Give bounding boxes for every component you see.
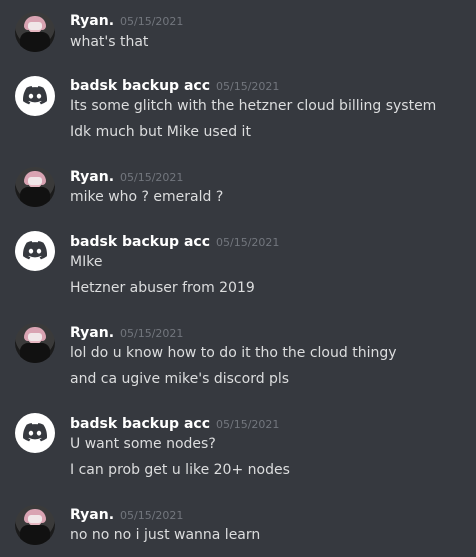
avatar-face: [28, 22, 42, 30]
discord-logo-icon: [23, 241, 47, 260]
avatar-body: [20, 32, 50, 52]
avatar-body: [20, 525, 50, 545]
username[interactable]: badsk backup acc: [70, 234, 210, 250]
discord-default-avatar[interactable]: [15, 413, 55, 453]
user-avatar[interactable]: [15, 167, 55, 207]
message-header: Ryan. 05/15/2021: [70, 504, 183, 523]
message-text: lol do u know how to do it tho the cloud…: [70, 345, 397, 361]
discord-default-avatar[interactable]: [15, 76, 55, 116]
username[interactable]: badsk backup acc: [70, 78, 210, 94]
user-avatar[interactable]: [15, 12, 55, 52]
message-header: badsk backup acc 05/15/2021: [70, 413, 279, 432]
timestamp: 05/15/2021: [120, 15, 184, 28]
timestamp: 05/15/2021: [216, 80, 280, 93]
message-text: and ca ugive mike's discord pls: [70, 371, 290, 387]
message-header: Ryan. 05/15/2021: [70, 10, 183, 29]
user-avatar[interactable]: [15, 323, 55, 363]
discord-logo-icon: [23, 423, 47, 442]
chat-message-list: Ryan. 05/15/2021 what's that badsk backup…: [0, 0, 476, 557]
message-text: U want some nodes?: [70, 436, 216, 452]
message-text: no no no i just wanna learn: [70, 527, 261, 543]
user-avatar[interactable]: [15, 505, 55, 545]
message-header: badsk backup acc 05/15/2021: [70, 75, 279, 94]
avatar-body: [20, 187, 50, 207]
message-text: MIke: [70, 254, 103, 270]
timestamp: 05/15/2021: [120, 171, 184, 184]
message-text: I can prob get u like 20+ nodes: [70, 462, 290, 478]
timestamp: 05/15/2021: [120, 327, 184, 340]
message-text: what's that: [70, 34, 149, 50]
username[interactable]: Ryan.: [70, 13, 114, 29]
username[interactable]: badsk backup acc: [70, 416, 210, 432]
discord-default-avatar[interactable]: [15, 231, 55, 271]
username[interactable]: Ryan.: [70, 169, 114, 185]
message-header: badsk backup acc 05/15/2021: [70, 231, 279, 250]
message-text: Hetzner abuser from 2019: [70, 280, 255, 296]
message-text: Idk much but Mike used it: [70, 124, 251, 140]
discord-logo-icon: [23, 86, 47, 105]
username[interactable]: Ryan.: [70, 507, 114, 523]
message-header: Ryan. 05/15/2021: [70, 166, 183, 185]
username[interactable]: Ryan.: [70, 325, 114, 341]
avatar-face: [28, 177, 42, 185]
message-header: Ryan. 05/15/2021: [70, 322, 183, 341]
avatar-face: [28, 333, 42, 341]
timestamp: 05/15/2021: [216, 418, 280, 431]
avatar-face: [28, 515, 42, 523]
message-text: mike who ? emerald ?: [70, 189, 224, 205]
avatar-body: [20, 343, 50, 363]
message-text: Its some glitch with the hetzner cloud b…: [70, 98, 437, 114]
timestamp: 05/15/2021: [120, 509, 184, 522]
timestamp: 05/15/2021: [216, 236, 280, 249]
